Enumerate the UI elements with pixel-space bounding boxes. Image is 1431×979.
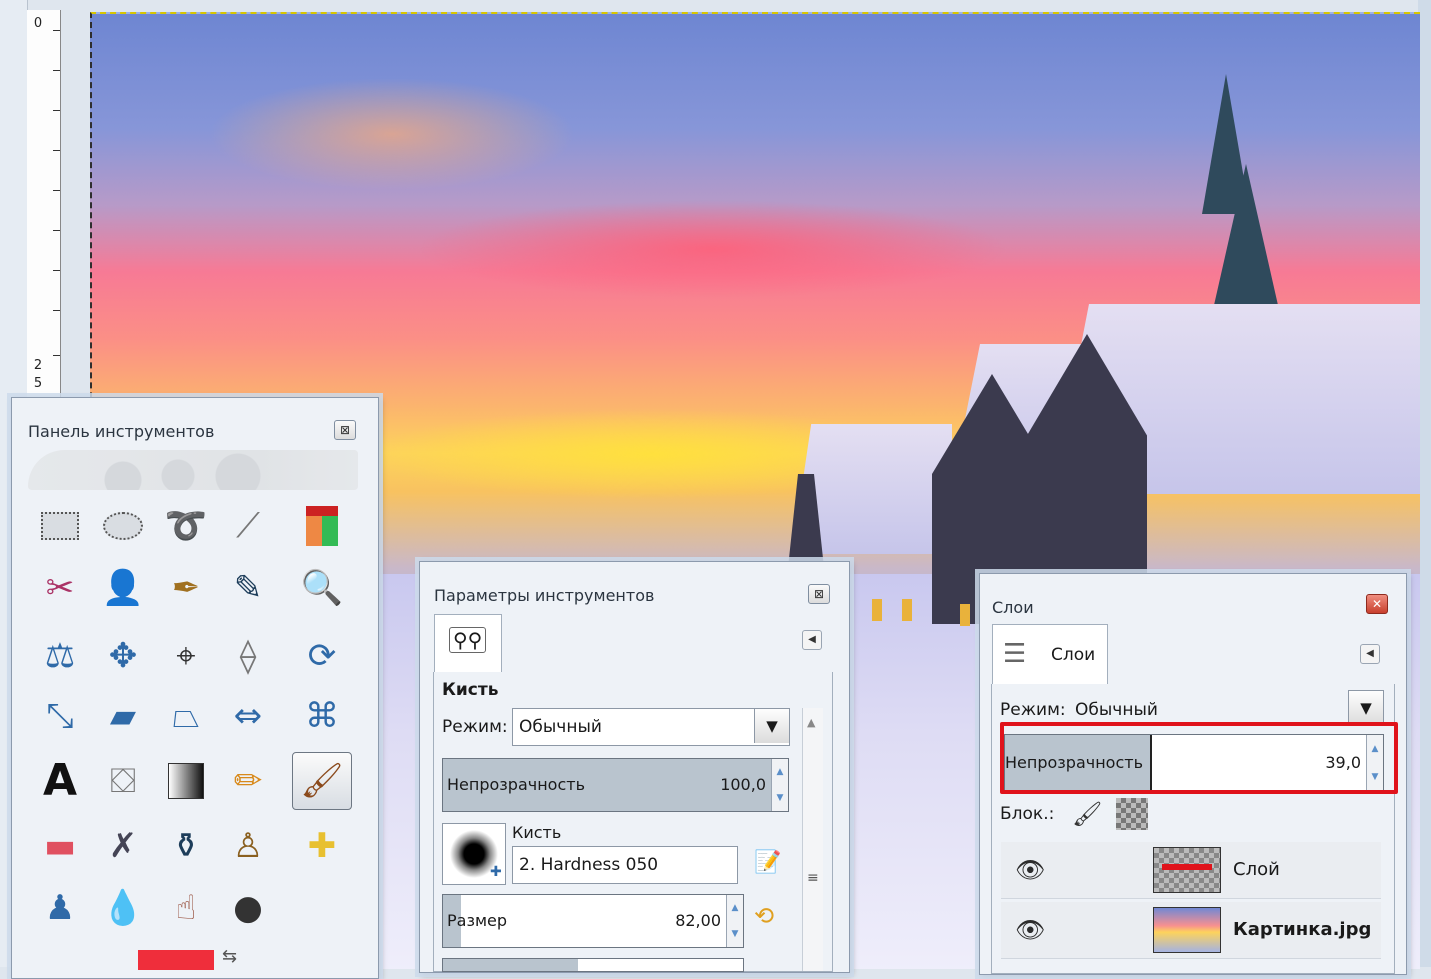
- chevron-down-icon[interactable]: ▼: [1348, 690, 1384, 726]
- brush-add-icon: ✚: [490, 864, 502, 880]
- reset-size-icon[interactable]: ⟲: [754, 902, 774, 930]
- ink-icon[interactable]: ⚱: [160, 820, 212, 872]
- tool-options-close-button[interactable]: ⊠: [808, 584, 830, 604]
- lock-label: Блок.:: [1000, 804, 1055, 824]
- flip-icon[interactable]: ⇔: [222, 690, 274, 742]
- size-slider[interactable]: Размер 82,00 ▲ ▼: [442, 894, 744, 948]
- opacity-slider[interactable]: Непрозрачность 100,0 ▲ ▼: [442, 758, 789, 812]
- tab-layers[interactable]: ☰ Слои: [992, 624, 1108, 685]
- blend-icon[interactable]: [160, 755, 212, 807]
- cage-transform-icon[interactable]: ⌘: [296, 690, 348, 742]
- mode-label: Режим:: [442, 717, 508, 737]
- chevron-down-icon[interactable]: ▼: [754, 709, 789, 743]
- mode-select-value: Обычный: [519, 717, 602, 737]
- layers-close-button[interactable]: ✕: [1366, 594, 1388, 614]
- eye-icon[interactable]: 👁: [1015, 856, 1045, 884]
- text-tool-icon[interactable]: A: [34, 755, 86, 807]
- ellipse-select-icon[interactable]: [97, 500, 149, 552]
- measure-icon[interactable]: ⚖: [34, 630, 86, 682]
- zoom-icon[interactable]: 🔍: [296, 562, 348, 614]
- canvas-window: [872, 599, 882, 621]
- heal-icon[interactable]: ✚: [296, 820, 348, 872]
- clone-icon[interactable]: ♙: [222, 820, 274, 872]
- layer-thumbnail: [1153, 907, 1221, 953]
- size-spinner[interactable]: ▲ ▼: [726, 895, 743, 947]
- blur-icon[interactable]: 💧: [97, 882, 149, 934]
- ruler-mark: 0: [33, 16, 43, 31]
- layer-row-image[interactable]: 👁 Картинка.jpg: [1001, 902, 1381, 959]
- airbrush-icon[interactable]: ✗: [97, 820, 149, 872]
- canvas-window: [960, 604, 970, 626]
- foreground-color-swatch[interactable]: [138, 950, 214, 970]
- rotate-icon[interactable]: ⟳: [296, 630, 348, 682]
- pencil-icon[interactable]: ✏: [222, 755, 274, 807]
- layers-mode-value[interactable]: Обычный: [1075, 700, 1158, 720]
- smudge-icon[interactable]: ☝: [160, 882, 212, 934]
- toolbox-close-button[interactable]: ⊠: [334, 420, 356, 440]
- brush-section-title: Кисть: [442, 680, 499, 700]
- toolbox-title: Панель инструментов: [28, 422, 215, 441]
- brush-name-field[interactable]: 2. Hardness 050: [512, 846, 738, 884]
- alignment-icon[interactable]: ⌖: [160, 630, 212, 682]
- canvas-window: [902, 599, 912, 621]
- bucket-fill-icon[interactable]: ⛋: [97, 755, 149, 807]
- layer-row-layer[interactable]: 👁 Слой: [1001, 842, 1381, 899]
- size-label: Размер: [447, 911, 508, 930]
- move-icon[interactable]: ✥: [97, 630, 149, 682]
- layers-stack-icon: ☰: [1003, 639, 1027, 669]
- tool-options-tab-icon: ⚲⚲: [449, 627, 487, 653]
- layers-mode-label: Режим:: [1000, 700, 1066, 720]
- eye-icon[interactable]: 👁: [1015, 916, 1045, 944]
- eraser-icon[interactable]: ▬: [34, 820, 86, 872]
- opacity-value: 100,0: [720, 775, 766, 794]
- aspect-slider-partial[interactable]: [442, 958, 744, 972]
- ruler-mark: 2: [33, 358, 43, 373]
- tool-options-title: Параметры инструментов: [434, 586, 655, 605]
- free-select-icon[interactable]: ➰: [160, 500, 212, 552]
- layer-name: Картинка.jpg: [1233, 919, 1372, 940]
- lock-pixels-brush-icon[interactable]: 🖌: [1072, 800, 1102, 828]
- dodge-burn-icon[interactable]: ●: [222, 882, 274, 934]
- layers-menu-arrow[interactable]: ◀: [1360, 644, 1380, 664]
- color-select-icon[interactable]: [296, 500, 348, 552]
- size-value: 82,00: [675, 911, 721, 930]
- foreground-select-icon[interactable]: 👤: [97, 562, 149, 614]
- tool-options-scrollbar[interactable]: ▲ ≡: [802, 708, 823, 971]
- layers-tab-label: Слои: [1051, 645, 1096, 665]
- brush-label: Кисть: [512, 823, 562, 842]
- swap-colors-icon[interactable]: ⇆: [222, 946, 237, 967]
- perspective-clone-icon[interactable]: ♟: [34, 882, 86, 934]
- gimp-logo-strip: [28, 450, 358, 490]
- perspective-icon[interactable]: ⏢: [160, 690, 212, 742]
- color-picker-icon[interactable]: ✎: [222, 562, 274, 614]
- mode-select[interactable]: Обычный ▼: [512, 708, 790, 746]
- tab-tool-options[interactable]: ⚲⚲: [434, 614, 502, 673]
- tool-options-menu-arrow[interactable]: ◀: [802, 630, 822, 650]
- opacity-highlight-box: [1000, 722, 1398, 794]
- paths-icon[interactable]: ✒: [160, 562, 212, 614]
- opacity-label: Непрозрачность: [447, 775, 585, 794]
- ruler-mark: 5: [33, 376, 43, 391]
- opacity-spinner[interactable]: ▲ ▼: [771, 759, 788, 811]
- fuzzy-select-icon[interactable]: ⟋: [222, 500, 274, 552]
- scale-icon[interactable]: ⤡: [34, 690, 86, 742]
- canvas-fir-tree-top: [1202, 74, 1250, 214]
- edit-brush-icon[interactable]: 📝: [754, 850, 781, 875]
- layer-name: Слой: [1233, 859, 1280, 880]
- shear-icon[interactable]: ▰: [97, 690, 149, 742]
- lock-alpha-icon[interactable]: [1116, 798, 1148, 830]
- layers-title: Слои: [992, 598, 1034, 617]
- paintbrush-icon[interactable]: 🖌: [292, 752, 352, 810]
- layer-thumbnail: [1153, 847, 1221, 893]
- rect-select-icon[interactable]: [34, 500, 86, 552]
- crop-icon[interactable]: ⟠: [222, 630, 274, 682]
- scissors-select-icon[interactable]: ✂: [34, 562, 86, 614]
